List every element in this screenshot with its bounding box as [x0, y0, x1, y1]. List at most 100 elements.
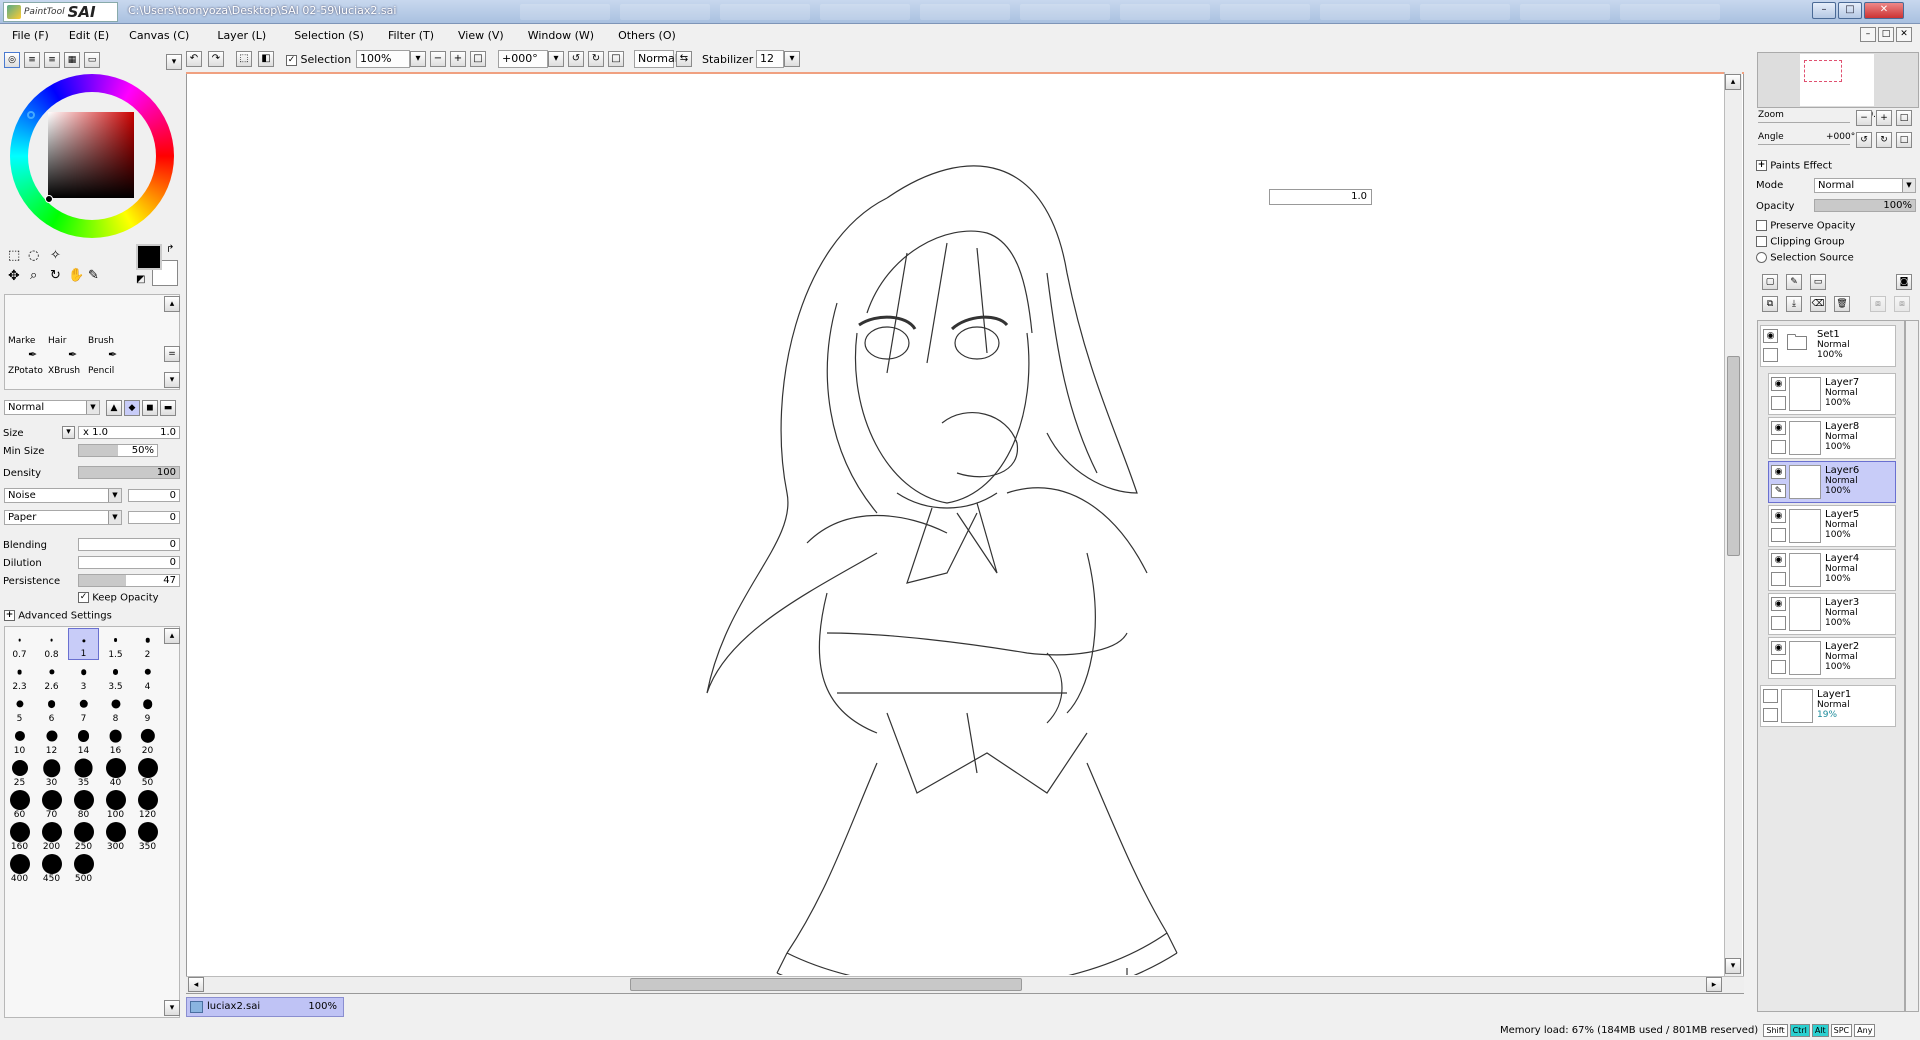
brush-size-cell[interactable]: 50: [132, 756, 163, 788]
mdi-minimize-button[interactable]: –: [1860, 27, 1876, 42]
scroll-down-icon[interactable]: ▾: [1725, 958, 1741, 974]
visibility-eye-icon[interactable]: ◉: [1771, 509, 1786, 523]
menu-file[interactable]: File (F): [0, 26, 59, 46]
scratchpad-tab-icon[interactable]: ▭: [84, 52, 100, 68]
min-size-slider[interactable]: 50%: [78, 444, 158, 457]
layer-link-icon[interactable]: [1771, 572, 1786, 586]
saturation-value-square[interactable]: [48, 112, 134, 198]
brush-size-cell[interactable]: 9: [132, 692, 163, 724]
visibility-eye-icon[interactable]: ◉: [1771, 377, 1786, 391]
selection-toggle[interactable]: ✓ Selection: [286, 53, 351, 66]
flip-canvas-icon[interactable]: ⇆: [676, 51, 692, 67]
brush-size-cell[interactable]: 450: [36, 852, 67, 884]
brush-size-cell[interactable]: 60: [4, 788, 35, 820]
nav-angle-track[interactable]: [1758, 144, 1850, 145]
blend-mode-field[interactable]: Normal: [634, 50, 678, 68]
clear-layer-icon[interactable]: ⌫: [1810, 296, 1826, 312]
new-layer-icon[interactable]: ▢: [1762, 274, 1778, 290]
nav-zoom-in-icon[interactable]: +: [1876, 110, 1892, 126]
brush-size-cell[interactable]: 100: [100, 788, 131, 820]
layer-item[interactable]: ◉ Layer2 Normal 100%: [1768, 637, 1896, 679]
visibility-eye-icon[interactable]: [1763, 689, 1778, 703]
rotate-right-icon[interactable]: ↻: [588, 51, 604, 67]
brush-size-cell[interactable]: 70: [36, 788, 67, 820]
scroll-left-icon[interactable]: ◂: [188, 977, 204, 992]
selection-source-option[interactable]: Selection Source: [1756, 252, 1854, 264]
brush-size-cell[interactable]: 7: [68, 692, 99, 724]
magic-wand-icon[interactable]: ✧: [50, 248, 61, 263]
minimize-button[interactable]: –: [1812, 2, 1836, 19]
brush-size-cell[interactable]: 80: [68, 788, 99, 820]
nav-rotate-reset-icon[interactable]: □: [1896, 132, 1912, 148]
brush-size-cell[interactable]: 30: [36, 756, 67, 788]
brush-size-cell[interactable]: 160: [4, 820, 35, 852]
nav-rotate-left-icon[interactable]: ↺: [1856, 132, 1872, 148]
copy-layer-icon[interactable]: ⧉: [1762, 296, 1778, 312]
brush-size-cell[interactable]: 3: [68, 660, 99, 692]
nav-rotate-right-icon[interactable]: ↻: [1876, 132, 1892, 148]
layer-link-icon[interactable]: [1771, 440, 1786, 454]
close-button[interactable]: ✕: [1864, 2, 1904, 19]
layer-mask-icon[interactable]: ◙: [1896, 274, 1912, 290]
brush-slot[interactable]: Pencil: [86, 366, 124, 390]
visibility-eye-icon[interactable]: ◉: [1771, 465, 1786, 479]
tool-box-scroll-up-icon[interactable]: ▴: [164, 296, 180, 312]
brush-size-cell[interactable]: 35: [68, 756, 99, 788]
invert-selection-icon[interactable]: ◧: [258, 51, 274, 67]
zoom-out-icon[interactable]: −: [430, 51, 446, 67]
menu-view[interactable]: View (V): [444, 26, 514, 46]
layer-list-scrollbar[interactable]: [1905, 320, 1919, 1012]
layer-link-icon[interactable]: [1763, 348, 1778, 362]
brush-size-cell[interactable]: 500: [68, 852, 99, 884]
menu-others[interactable]: Others (O): [604, 26, 686, 46]
merge-down-icon[interactable]: ⤓: [1786, 296, 1802, 312]
scroll-right-icon[interactable]: ▸: [1706, 977, 1722, 992]
delete-layer-icon[interactable]: 🗑: [1834, 296, 1850, 312]
dilution-slider[interactable]: 0: [78, 556, 180, 569]
stabilizer-dropdown-icon[interactable]: ▾: [784, 51, 800, 67]
zoom-icon[interactable]: ⌕: [30, 268, 37, 283]
layer-link-icon[interactable]: [1771, 528, 1786, 542]
rotate-reset-icon[interactable]: □: [608, 51, 624, 67]
layer-link-icon[interactable]: [1771, 660, 1786, 674]
swap-colors-icon[interactable]: ↱: [166, 244, 174, 255]
brush-mode-select[interactable]: Normal ▼: [4, 400, 100, 415]
selection-checkbox[interactable]: ✓: [286, 54, 297, 66]
layer-item[interactable]: ◉ Layer3 Normal 100%: [1768, 593, 1896, 635]
layer-item[interactable]: Layer1 Normal 19%: [1760, 685, 1896, 727]
visibility-eye-icon[interactable]: ◉: [1763, 329, 1778, 343]
brush-size-cell[interactable]: 120: [132, 788, 163, 820]
blending-slider[interactable]: 0: [78, 538, 180, 551]
mdi-restore-button[interactable]: □: [1878, 27, 1894, 42]
advanced-settings-toggle[interactable]: + Advanced Settings: [4, 610, 112, 622]
visibility-eye-icon[interactable]: ◉: [1771, 597, 1786, 611]
brush-size-cell[interactable]: 4: [132, 660, 163, 692]
rect-select-icon[interactable]: ⬚: [8, 248, 20, 263]
keep-opacity-checkbox[interactable]: ✓: [78, 592, 89, 603]
menu-selection[interactable]: Selection (S): [276, 26, 374, 46]
brush-size-cell[interactable]: 350: [132, 820, 163, 852]
new-folder-icon[interactable]: ▭: [1810, 274, 1826, 290]
brush-size-cell[interactable]: 40: [100, 756, 131, 788]
hue-cursor[interactable]: [27, 111, 35, 119]
clipping-group-option[interactable]: Clipping Group: [1756, 236, 1845, 248]
brush-slot[interactable]: XBrush: [46, 366, 84, 390]
brush-size-cell[interactable]: 2: [132, 628, 163, 660]
eyedropper-icon[interactable]: ✎: [88, 268, 99, 283]
shape-soft-icon[interactable]: ◼: [142, 400, 158, 416]
mdi-close-button[interactable]: ✕: [1896, 27, 1912, 42]
undo-icon[interactable]: ↶: [186, 51, 202, 67]
visibility-eye-icon[interactable]: ◉: [1771, 553, 1786, 567]
brush-size-cell[interactable]: 400: [4, 852, 35, 884]
angle-field[interactable]: +000°: [498, 50, 548, 68]
brush-size-cell[interactable]: 12: [36, 724, 67, 756]
brush-size-cell[interactable]: 0.7: [4, 628, 35, 660]
menu-canvas[interactable]: Canvas (C): [119, 26, 199, 46]
brush-slot[interactable]: ZPotato: [6, 366, 44, 390]
brush-size-cell[interactable]: 5: [4, 692, 35, 724]
brush-size-cell[interactable]: 1: [68, 628, 99, 660]
layer-item[interactable]: ◉ Layer4 Normal 100%: [1768, 549, 1896, 591]
layer-item[interactable]: ◉ Layer7 Normal 100%: [1768, 373, 1896, 415]
shape-sharp-icon[interactable]: ▲: [106, 400, 122, 416]
menu-window[interactable]: Window (W): [514, 26, 604, 46]
